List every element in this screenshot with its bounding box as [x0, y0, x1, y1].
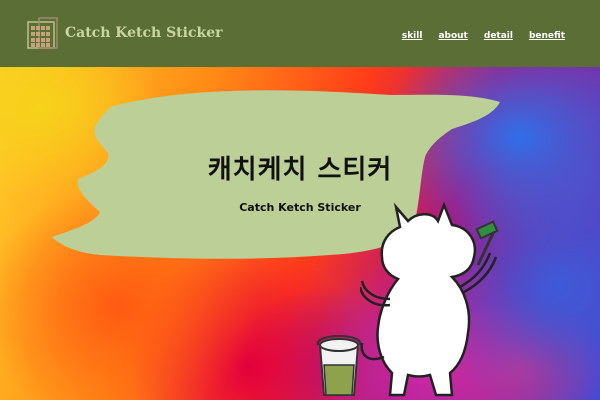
- brand-name: Catch Ketch Sticker: [65, 25, 223, 41]
- nav-link-skill[interactable]: skill: [402, 31, 423, 41]
- nav-link-benefit[interactable]: benefit: [529, 31, 565, 41]
- paint-bucket-icon: [316, 335, 362, 396]
- hero-title: 캐치케치 스티커: [207, 155, 393, 185]
- site-header: Catch Ketch Sticker skill about detail b…: [0, 0, 600, 67]
- building-grid-icon: [27, 17, 58, 49]
- cat-painting-illustration: [360, 201, 499, 397]
- hero-section: 캐치케치 스티커 Catch Ketch Sticker: [0, 67, 600, 400]
- main-nav: skill about detail benefit: [402, 31, 565, 41]
- nav-link-about[interactable]: about: [438, 31, 467, 41]
- brand-logo[interactable]: Catch Ketch Sticker: [27, 17, 222, 49]
- nav-link-detail[interactable]: detail: [484, 31, 513, 41]
